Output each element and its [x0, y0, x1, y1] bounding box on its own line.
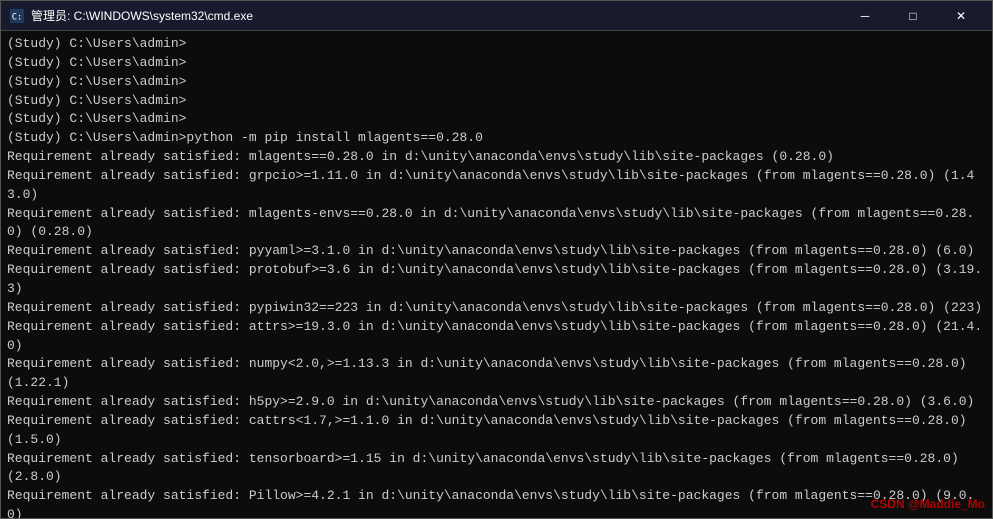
window-controls: ─ □ ✕: [842, 2, 984, 30]
close-button[interactable]: ✕: [938, 2, 984, 30]
svg-text:C:: C:: [12, 12, 23, 22]
terminal-output[interactable]: (Study) C:\Users\admin> (Study) C:\Users…: [1, 31, 992, 518]
minimize-button[interactable]: ─: [842, 2, 888, 30]
maximize-button[interactable]: □: [890, 2, 936, 30]
watermark-text: CSDN @Maddie_Mo: [871, 497, 985, 511]
cmd-window: C: 管理员: C:\WINDOWS\system32\cmd.exe ─ □ …: [0, 0, 993, 519]
window-title: 管理员: C:\WINDOWS\system32\cmd.exe: [31, 7, 842, 24]
title-bar: C: 管理员: C:\WINDOWS\system32\cmd.exe ─ □ …: [1, 1, 992, 31]
cmd-icon: C:: [9, 8, 25, 24]
